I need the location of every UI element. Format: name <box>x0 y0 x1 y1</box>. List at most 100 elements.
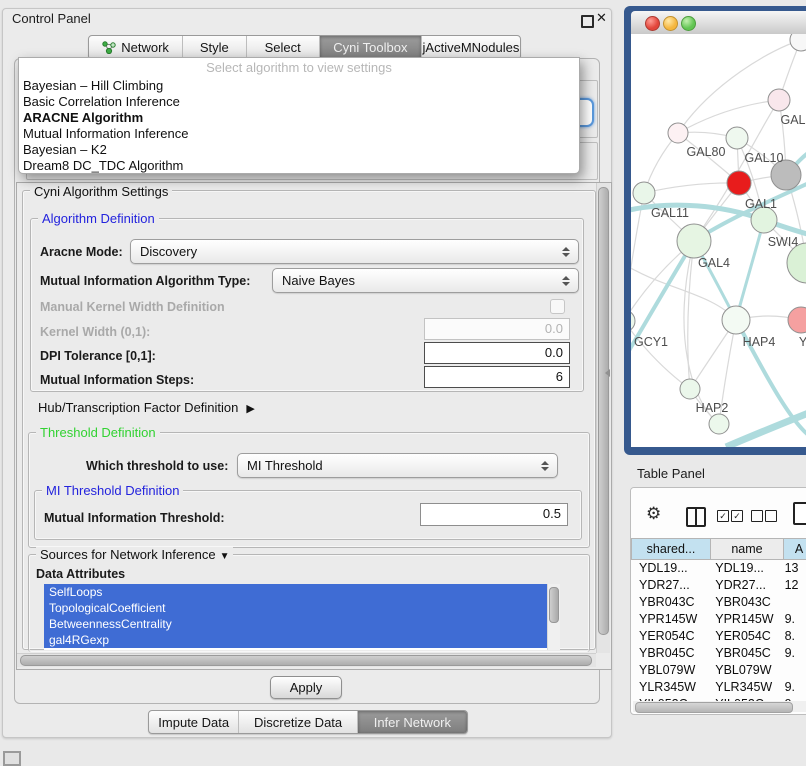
algorithm-option[interactable]: Bayesian – K2 <box>19 142 579 158</box>
table-hscrollbar-thumb[interactable] <box>635 702 793 713</box>
kernel-width-field[interactable]: 0.0 <box>424 318 570 340</box>
table-row[interactable]: YER054CYER054C8. <box>633 628 806 645</box>
data-attribute-item[interactable]: gal4RGexp <box>44 632 548 648</box>
select-all-icon[interactable]: ✓ <box>731 510 743 522</box>
table-hscrollbar[interactable] <box>633 701 806 712</box>
network-node[interactable] <box>788 307 806 333</box>
table-row[interactable]: YBR045CYBR045C9. <box>633 645 806 662</box>
data-attribute-item[interactable]: TopologicalCoefficient <box>44 600 548 616</box>
table-toolbar: ⚙ ✓ ✓ <box>631 488 806 538</box>
tab-discretize-data[interactable]: Discretize Data <box>238 711 356 733</box>
algorithm-option[interactable]: Mutual Information Inference <box>19 126 579 142</box>
table-row[interactable]: YPR145WYPR145W9. <box>633 611 806 628</box>
table-cell: YBL079W <box>709 662 780 679</box>
mit-label: Mutual Information Threshold: <box>44 511 225 525</box>
column-header-partial[interactable]: A <box>784 538 806 560</box>
network-node[interactable] <box>726 127 748 149</box>
network-edge[interactable] <box>644 183 739 193</box>
network-window-titlebar[interactable] <box>631 11 806 35</box>
tab-label: Impute Data <box>158 715 229 730</box>
dpi-tolerance-field[interactable]: 0.0 <box>424 342 570 364</box>
network-canvas[interactable]: GALGAL80GAL10GAL1GAL11SWI4GAL4GCY1HAP4YH… <box>631 34 806 447</box>
mit-field[interactable]: 0.5 <box>420 503 568 526</box>
network-node[interactable] <box>677 224 711 258</box>
close-window-icon[interactable] <box>645 16 660 31</box>
maximize-window-icon[interactable] <box>681 16 696 31</box>
table-cell: 9. <box>781 679 806 696</box>
algorithm-option[interactable]: ARACNE Algorithm <box>19 110 579 126</box>
network-edge[interactable] <box>726 412 806 447</box>
network-node[interactable] <box>631 310 635 332</box>
tab-impute-data[interactable]: Impute Data <box>149 711 238 733</box>
tab-infer-network[interactable]: Infer Network <box>357 711 467 733</box>
data-attribute-item[interactable]: BetweennessCentrality <box>44 616 548 632</box>
close-panel-icon[interactable]: ✕ <box>596 10 607 26</box>
table-row[interactable]: YBR043CYBR043C <box>633 594 806 611</box>
apply-button[interactable]: Apply <box>270 676 342 699</box>
gear-icon[interactable]: ⚙ <box>646 505 661 522</box>
network-node[interactable] <box>709 414 729 434</box>
tab-jactivemnodules[interactable]: jActiveMNodules <box>421 36 520 59</box>
combo-arrows-icon <box>562 276 570 286</box>
network-node[interactable] <box>722 306 750 334</box>
table-cell: 12 <box>781 577 806 594</box>
deselect-all-icon[interactable] <box>751 510 763 522</box>
dock-panel-icon[interactable] <box>3 751 21 766</box>
tab-style[interactable]: Style <box>182 36 245 59</box>
export-table-icon[interactable] <box>793 502 806 525</box>
collapse-down-icon: ▼ <box>220 551 230 562</box>
settings-vscrollbar-thumb[interactable] <box>598 187 609 635</box>
minimize-window-icon[interactable] <box>663 16 678 31</box>
network-node[interactable] <box>668 123 688 143</box>
algorithm-option[interactable]: Bayesian – Hill Climbing <box>19 78 579 94</box>
table-cell: YPR145W <box>709 611 780 628</box>
split-columns-icon[interactable] <box>686 507 706 527</box>
mi-type-label: Mutual Information Algorithm Type: <box>40 274 250 288</box>
table-row[interactable]: YBL079WYBL079W <box>633 662 806 679</box>
tab-label: Select <box>265 40 301 55</box>
hub-definition-toggle[interactable]: Hub/Transcription Factor Definition▶ <box>38 400 255 415</box>
mi-type-value: Naive Bayes <box>282 273 355 288</box>
settings-hscrollbar-thumb[interactable] <box>20 655 592 666</box>
network-node[interactable] <box>680 379 700 399</box>
mi-steps-field[interactable]: 6 <box>424 366 570 388</box>
which-threshold-combo[interactable]: MI Threshold <box>237 453 558 478</box>
deselect-all-icon[interactable] <box>765 510 777 522</box>
node-label: HAP4 <box>743 335 776 349</box>
table-cell: YBR043C <box>633 594 709 611</box>
algorithm-option[interactable]: Basic Correlation Inference <box>19 94 579 110</box>
network-node[interactable] <box>633 182 655 204</box>
node-label: SWI4 <box>768 235 799 249</box>
table-row[interactable]: YLR345WYLR345W9. <box>633 679 806 696</box>
network-node[interactable] <box>787 243 806 283</box>
data-attribute-item[interactable]: SelfLoops <box>44 584 548 600</box>
tab-network[interactable]: Network <box>89 36 182 59</box>
network-node[interactable] <box>727 171 751 195</box>
cyni-algorithm-settings-label: Cyni Algorithm Settings <box>30 184 172 199</box>
table-row[interactable]: YDL19...YDL19...13 <box>633 560 806 577</box>
network-node[interactable] <box>790 34 806 51</box>
network-edge[interactable] <box>678 100 779 133</box>
tab-select[interactable]: Select <box>246 36 319 59</box>
sources-group-label: Sources for Network Inference <box>40 547 216 562</box>
algorithm-option[interactable]: Dream8 DC_TDC Algorithm <box>19 158 579 174</box>
network-node[interactable] <box>768 89 790 111</box>
column-header-name[interactable]: name <box>711 538 784 560</box>
splitter-collapse-icon[interactable] <box>605 369 610 377</box>
sources-group-toggle[interactable]: Sources for Network Inference ▼ <box>36 547 233 562</box>
float-panel-icon[interactable] <box>581 15 594 28</box>
hub-definition-label: Hub/Transcription Factor Definition <box>38 400 238 415</box>
aracne-mode-combo[interactable]: Discovery <box>130 239 579 264</box>
column-header-shared-name[interactable]: shared... <box>631 538 711 560</box>
cyni-bottom-tabbar: Impute Data Discretize DataInfer Network <box>148 710 468 734</box>
select-all-icon[interactable]: ✓ <box>717 510 729 522</box>
manual-kernel-checkbox[interactable] <box>550 299 565 314</box>
mi-type-combo[interactable]: Naive Bayes <box>272 268 579 293</box>
table-row[interactable]: YDR27...YDR27...12 <box>633 577 806 594</box>
attributes-vscrollbar[interactable] <box>547 584 560 650</box>
algorithm-dropdown-popup: Select algorithm to view settings Bayesi… <box>18 57 580 174</box>
network-edge[interactable] <box>736 220 764 320</box>
tab-cyni-toolbox[interactable]: Cyni Toolbox <box>319 36 421 59</box>
network-edge[interactable] <box>694 182 806 241</box>
attributes-vscrollbar-thumb[interactable] <box>549 587 559 623</box>
